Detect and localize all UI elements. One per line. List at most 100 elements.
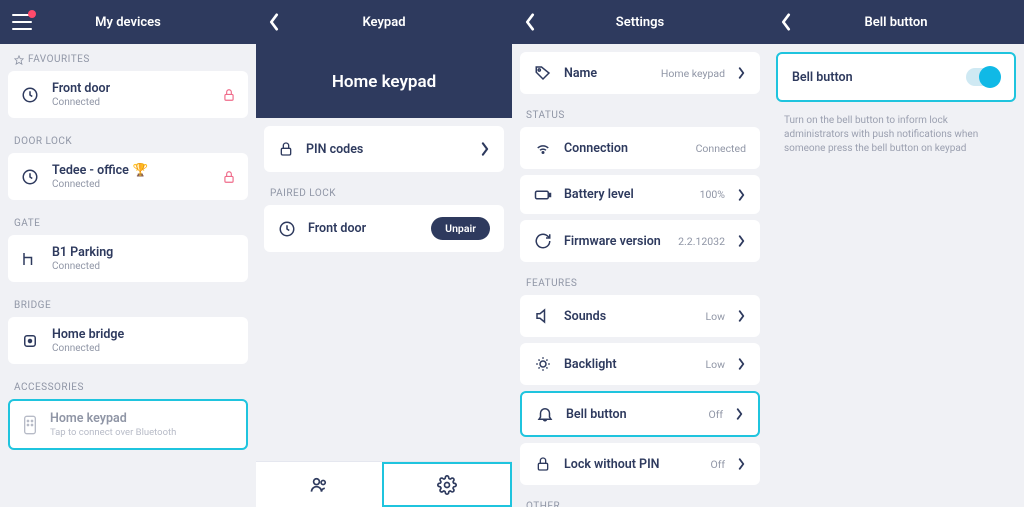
refresh-icon <box>534 232 552 250</box>
device-status: Connected <box>52 261 236 272</box>
row-value: Low <box>705 358 725 371</box>
tab-users[interactable] <box>256 462 382 507</box>
row-value: Off <box>708 408 723 421</box>
chevron-right-icon <box>737 458 746 470</box>
header: My devices <box>0 0 256 44</box>
unpair-button[interactable]: Unpair <box>431 217 490 240</box>
lock-icon <box>222 87 236 103</box>
row-label: Battery level <box>564 187 688 202</box>
section-gate: GATE <box>0 208 256 235</box>
paired-lock-row: Front door Unpair <box>264 205 504 252</box>
lock-icon <box>534 455 552 473</box>
device-name: Front door <box>52 81 210 96</box>
bell-label: Bell button <box>792 70 954 85</box>
bulb-icon <box>534 355 552 373</box>
back-button[interactable] <box>780 13 792 31</box>
header-title: My devices <box>95 15 161 30</box>
device-name: B1 Parking <box>52 245 236 260</box>
battery-icon <box>534 188 552 202</box>
row-value: Connected <box>696 142 746 155</box>
device-status: Connected <box>52 97 210 108</box>
device-status: Tap to connect over Bluetooth <box>50 427 176 438</box>
row-value: 2.2.12032 <box>678 235 725 248</box>
clock-icon <box>278 220 296 238</box>
row-battery[interactable]: Battery level 100% <box>520 175 760 214</box>
chevron-right-icon <box>737 235 746 247</box>
device-name: Home keypad <box>50 411 176 426</box>
section-status: STATUS <box>512 100 768 127</box>
header-title: Keypad <box>362 15 405 30</box>
device-b1-parking[interactable]: B1 Parking Connected <box>8 235 248 282</box>
bell-toggle[interactable] <box>966 68 1000 86</box>
header: Bell button <box>768 0 1024 44</box>
row-label: Bell button <box>566 407 696 422</box>
device-home-keypad[interactable]: Home keypad Tap to connect over Bluetoot… <box>8 399 248 450</box>
keypad-hero-title: Home keypad <box>256 44 512 118</box>
menu-button[interactable] <box>12 14 32 30</box>
bell-toggle-row: Bell button <box>776 52 1016 102</box>
header-title: Bell button <box>865 15 928 30</box>
header: Settings <box>512 0 768 44</box>
row-label: Name <box>564 66 649 81</box>
pin-codes-row[interactable]: PIN codes <box>264 126 504 172</box>
bell-help-text: Turn on the bell button to inform lock a… <box>768 108 1024 162</box>
row-bell-button[interactable]: Bell button Off <box>520 391 760 437</box>
screen-settings: Settings Name Home keypad STATUS Connect… <box>512 0 768 507</box>
device-tedee-office[interactable]: Tedee - office 🏆 Connected <box>8 153 248 200</box>
screen-bell-button: Bell button Bell button Turn on the bell… <box>768 0 1024 507</box>
section-accessories: ACCESSORIES <box>0 372 256 399</box>
lock-icon <box>222 169 236 185</box>
row-label: Sounds <box>564 309 693 324</box>
row-label: Lock without PIN <box>564 457 698 472</box>
speaker-icon <box>534 307 552 325</box>
chevron-right-icon <box>735 408 744 420</box>
row-value: Off <box>710 458 725 471</box>
chevron-right-icon <box>737 67 746 79</box>
row-firmware[interactable]: Firmware version 2.2.12032 <box>520 220 760 262</box>
chevron-right-icon <box>737 358 746 370</box>
row-connection[interactable]: Connection Connected <box>520 127 760 169</box>
row-label: Firmware version <box>564 234 666 249</box>
clock-icon <box>20 85 40 105</box>
bottom-tabbar <box>256 461 512 507</box>
row-value: 100% <box>700 188 725 201</box>
device-front-door[interactable]: Front door Connected <box>8 71 248 118</box>
row-value: Low <box>705 310 725 323</box>
tag-icon <box>534 64 552 82</box>
notification-dot <box>28 10 36 18</box>
gate-icon <box>20 249 40 269</box>
chevron-right-icon <box>737 310 746 322</box>
row-backlight[interactable]: Backlight Low <box>520 343 760 385</box>
screen-keypad: Keypad Home keypad PIN codes PAIRED LOCK… <box>256 0 512 507</box>
bell-icon <box>536 405 554 423</box>
section-doorlock: DOOR LOCK <box>0 126 256 153</box>
row-value: Home keypad <box>661 67 725 80</box>
row-sounds[interactable]: Sounds Low <box>520 295 760 337</box>
paired-lock-name: Front door <box>308 221 419 236</box>
section-favourites: FAVOURITES <box>0 44 256 71</box>
header: Keypad <box>256 0 512 44</box>
row-name[interactable]: Name Home keypad <box>520 52 760 94</box>
chevron-right-icon <box>480 142 490 156</box>
device-name: Home bridge <box>52 327 236 342</box>
lock-icon <box>278 140 294 158</box>
wifi-icon <box>534 139 552 157</box>
device-status: Connected <box>52 343 236 354</box>
back-button[interactable] <box>524 13 536 31</box>
section-bridge: BRIDGE <box>0 290 256 317</box>
row-lock-without-pin[interactable]: Lock without PIN Off <box>520 443 760 485</box>
back-button[interactable] <box>268 13 280 31</box>
row-label: Connection <box>564 141 684 156</box>
keypad-icon <box>22 415 38 435</box>
tab-settings[interactable] <box>382 462 512 507</box>
section-paired-lock: PAIRED LOCK <box>256 178 512 205</box>
device-home-bridge[interactable]: Home bridge Connected <box>8 317 248 364</box>
device-name: Tedee - office 🏆 <box>52 163 210 178</box>
device-status: Connected <box>52 179 210 190</box>
row-label: Backlight <box>564 357 693 372</box>
chevron-right-icon <box>737 189 746 201</box>
section-features: FEATURES <box>512 268 768 295</box>
pin-codes-label: PIN codes <box>306 142 468 157</box>
header-title: Settings <box>616 15 664 30</box>
clock-icon <box>20 167 40 187</box>
